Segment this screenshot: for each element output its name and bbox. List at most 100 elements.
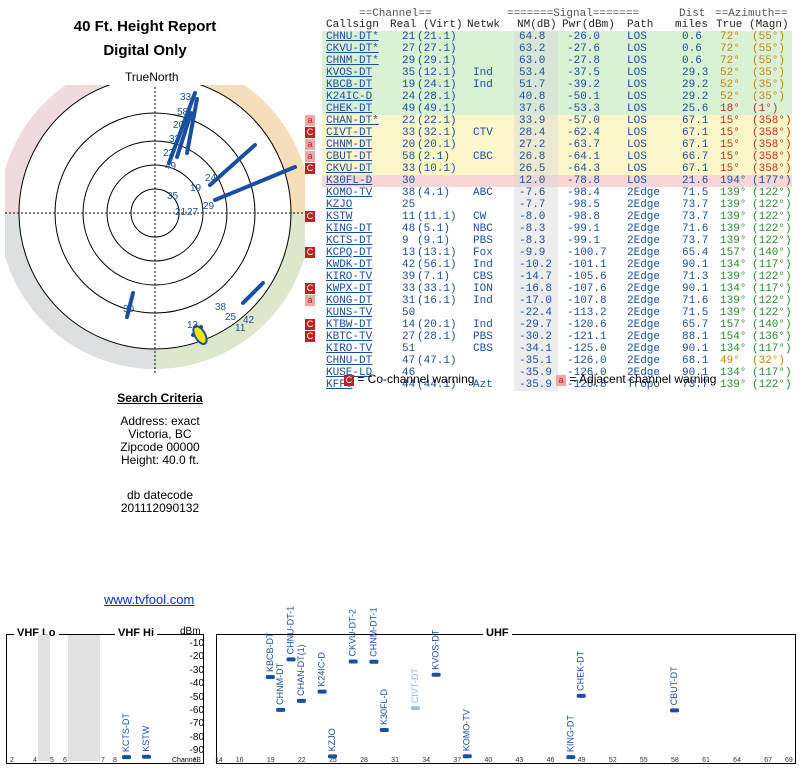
cell-path: 2Edge — [627, 223, 661, 235]
cell-callsign[interactable]: KING-DT — [326, 223, 372, 235]
cell-callsign[interactable]: KWDK-DT — [326, 259, 372, 271]
cell-callsign[interactable]: KCPQ-DT — [326, 247, 372, 259]
cell-miles: 0.6 — [682, 55, 702, 67]
cell-path: 2Edge — [627, 235, 661, 247]
spectrum-bar — [576, 693, 586, 698]
cell-nm: 37.6 — [519, 103, 546, 115]
report-subtitle: Digital Only — [103, 42, 187, 59]
cell-virt: (9.1) — [417, 235, 451, 247]
cell-virt: (10.1) — [417, 163, 457, 175]
cell-pwr: -121.1 — [567, 331, 607, 343]
cell-az: 18° — [720, 103, 740, 115]
cell-callsign[interactable]: KIRO-TV — [326, 343, 372, 355]
cell-mag: (55°) — [752, 55, 786, 67]
polar-plot: 33 58 20 33 22 49 24 19 35 29 21 27 38 2… — [5, 85, 305, 375]
cell-callsign[interactable]: KONG-DT — [326, 295, 372, 307]
cochannel-warning-icon: C — [305, 331, 315, 342]
cell-pwr: -126.0 — [567, 355, 607, 367]
cell-mag: (358°) — [752, 127, 792, 139]
cell-callsign[interactable]: CHAN-DT* — [326, 115, 379, 127]
cell-callsign[interactable]: KSTW — [326, 211, 352, 223]
cell-nm: 26.5 — [519, 163, 546, 175]
cell-callsign[interactable]: CIVT-DT — [326, 127, 372, 139]
cell-callsign[interactable]: KBCB-DT — [326, 79, 372, 91]
spectrum-bar — [286, 657, 296, 662]
table-row: KSTW 11 (11.1) CW -8.0 -98.8 2Edge 73.7 139° (122… — [305, 211, 792, 223]
svg-text:29: 29 — [203, 201, 215, 212]
cell-mag: (35°) — [752, 79, 786, 91]
svg-text:25: 25 — [225, 312, 237, 323]
spectrum-bar — [296, 698, 306, 703]
cell-pwr: -62.4 — [567, 127, 601, 139]
cell-callsign[interactable]: KWPX-DT — [326, 283, 372, 295]
criteria-height: Height: 40.0 ft. — [120, 453, 200, 467]
cell-callsign[interactable]: KCTS-DT — [326, 235, 372, 247]
spectrum-label: CIVT-DT — [410, 668, 420, 704]
cell-pwr: -101.1 — [567, 259, 607, 271]
cell-real: 31 — [402, 295, 416, 307]
cochannel-warning-icon: C — [305, 319, 315, 330]
cell-callsign[interactable]: CHNM-DT* — [326, 55, 379, 67]
cell-virt: (16.1) — [417, 295, 457, 307]
cell-mag: (140°) — [752, 247, 792, 259]
cell-callsign[interactable]: CHNU-DT — [326, 355, 372, 367]
cell-virt: (22.1) — [417, 115, 457, 127]
cell-virt: (56.1) — [417, 259, 457, 271]
spectrum-bar — [276, 707, 286, 712]
svg-text:21: 21 — [175, 207, 187, 218]
cell-real: 20 — [402, 139, 416, 151]
cell-mag: (117°) — [752, 283, 792, 295]
cell-real: 13 — [402, 247, 416, 259]
cell-nm: 63.2 — [519, 43, 546, 55]
cell-real: 11 — [402, 211, 416, 223]
spectrum-bar — [462, 754, 472, 759]
svg-text:30: 30 — [123, 304, 135, 315]
cell-callsign[interactable]: CHNU-DT* — [326, 31, 379, 43]
cell-callsign[interactable]: KVOS-DT — [326, 67, 372, 79]
cell-nm: 64.8 — [519, 31, 546, 43]
cell-real: 50 — [402, 307, 416, 319]
cochannel-warning-icon: C — [305, 247, 315, 258]
cell-mag: (122°) — [752, 187, 792, 199]
cell-miles: 29.3 — [682, 67, 709, 79]
cell-real: 38 — [402, 187, 416, 199]
cell-callsign[interactable]: CKVU-DT — [326, 163, 372, 175]
cell-nm: 63.0 — [519, 55, 546, 67]
cell-az: 134° — [720, 367, 747, 379]
cell-callsign[interactable]: CKVU-DT* — [326, 43, 379, 55]
cell-path: 2Edge — [627, 211, 661, 223]
cell-callsign[interactable]: CBUT-DT — [326, 151, 372, 163]
cell-virt: (49.1) — [417, 103, 457, 115]
cell-miles: 29.2 — [682, 79, 709, 91]
cell-callsign[interactable]: KUNS-TV — [326, 307, 372, 319]
svg-text:49: 49 — [165, 161, 177, 172]
cell-callsign[interactable]: CHNM-DT — [326, 139, 372, 151]
cell-callsign[interactable]: KTBW-DT — [326, 319, 372, 331]
cell-pwr: -64.3 — [567, 163, 601, 175]
cell-pwr: -107.8 — [567, 295, 607, 307]
cell-mag: (122°) — [752, 223, 792, 235]
cell-mag: (122°) — [752, 199, 792, 211]
cell-callsign[interactable]: K24IC-D — [326, 91, 372, 103]
cell-callsign[interactable]: K30FL-D — [326, 175, 372, 187]
cell-virt: (7.1) — [417, 271, 451, 283]
cell-callsign[interactable]: KBTC-TV — [326, 331, 372, 343]
cell-nm: 12.0 — [519, 175, 546, 187]
cell-miles: 90.1 — [682, 259, 709, 271]
cell-mag: (122°) — [752, 271, 792, 283]
cochannel-warning-icon: C — [305, 211, 315, 222]
cell-az: 134° — [720, 283, 747, 295]
cell-callsign[interactable]: KOMO-TV — [326, 187, 372, 199]
spectrum-bar — [317, 689, 327, 694]
cell-az: 139° — [720, 271, 747, 283]
cell-pwr: -99.1 — [567, 235, 601, 247]
cochannel-warning-icon: C — [305, 127, 315, 138]
cell-real: 35 — [402, 67, 416, 79]
cell-callsign[interactable]: CHEK-DT — [326, 103, 372, 115]
cell-miles: 73.7 — [682, 211, 709, 223]
cell-callsign[interactable]: KZJO — [326, 199, 352, 211]
cell-callsign[interactable]: KIRO-TV — [326, 271, 372, 283]
adjacent-warning-icon: a — [305, 151, 315, 162]
cell-netwk: PBS — [473, 235, 493, 247]
table-row: KTBW-DT 14 (20.1) Ind -29.7 -120.6 2Edge 65.7 15… — [305, 319, 792, 331]
